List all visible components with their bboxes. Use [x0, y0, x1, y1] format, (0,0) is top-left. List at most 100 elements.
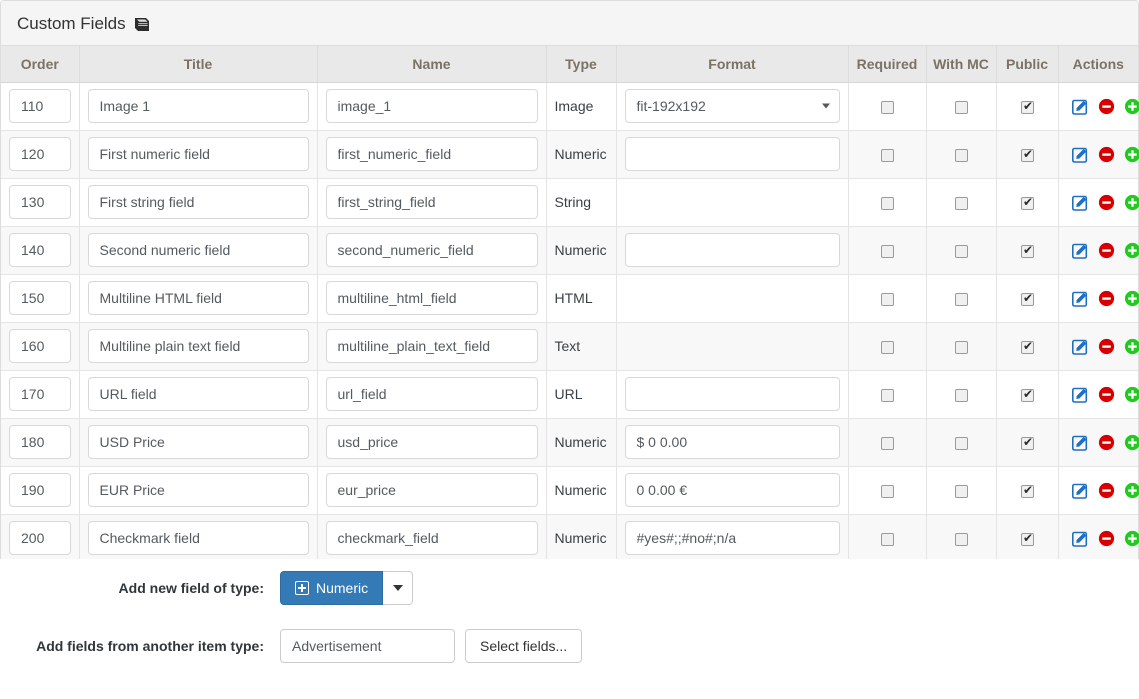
add-icon[interactable]: [1124, 146, 1139, 163]
order-input[interactable]: [9, 473, 71, 507]
required-checkbox[interactable]: [880, 388, 894, 402]
order-input[interactable]: [9, 425, 71, 459]
public-checkbox[interactable]: [1020, 387, 1035, 402]
name-input[interactable]: [325, 137, 538, 171]
add-icon[interactable]: [1124, 434, 1139, 451]
edit-icon[interactable]: [1071, 434, 1089, 451]
add-icon[interactable]: [1124, 98, 1139, 115]
order-input[interactable]: [9, 233, 71, 267]
remove-icon[interactable]: [1098, 242, 1115, 259]
public-checkbox[interactable]: [1020, 195, 1035, 210]
public-checkbox[interactable]: [1020, 435, 1035, 450]
format-input[interactable]: [624, 377, 840, 411]
edit-icon[interactable]: [1071, 530, 1089, 547]
order-input[interactable]: [9, 185, 71, 219]
required-checkbox[interactable]: [880, 340, 894, 354]
add-field-type-dropdown-toggle[interactable]: [383, 571, 414, 605]
format-input[interactable]: [624, 521, 840, 555]
order-input[interactable]: [9, 329, 71, 363]
required-checkbox[interactable]: [880, 436, 894, 450]
remove-icon[interactable]: [1098, 194, 1115, 211]
public-checkbox[interactable]: [1020, 483, 1035, 498]
title-input[interactable]: [87, 377, 309, 411]
add-icon[interactable]: [1124, 482, 1139, 499]
edit-icon[interactable]: [1071, 194, 1089, 211]
required-checkbox[interactable]: [880, 244, 894, 258]
add-icon[interactable]: [1124, 530, 1139, 547]
with-mc-checkbox[interactable]: [954, 340, 968, 354]
format-select[interactable]: fit-192x192: [624, 89, 840, 123]
with-mc-checkbox[interactable]: [954, 292, 968, 306]
title-input[interactable]: [87, 137, 309, 171]
title-input[interactable]: [87, 89, 309, 123]
public-checkbox[interactable]: [1020, 99, 1035, 114]
format-input[interactable]: [624, 233, 840, 267]
remove-icon[interactable]: [1098, 338, 1115, 355]
edit-icon[interactable]: [1071, 386, 1089, 403]
title-input[interactable]: [87, 521, 309, 555]
public-checkbox[interactable]: [1020, 243, 1035, 258]
format-input[interactable]: [624, 137, 840, 171]
name-input[interactable]: [325, 89, 538, 123]
name-input[interactable]: [325, 377, 538, 411]
add-numeric-field-button[interactable]: Numeric: [280, 571, 384, 605]
add-icon[interactable]: [1124, 338, 1139, 355]
title-input[interactable]: [87, 329, 309, 363]
required-checkbox[interactable]: [880, 532, 894, 546]
required-checkbox[interactable]: [880, 196, 894, 210]
remove-icon[interactable]: [1098, 482, 1115, 499]
order-input[interactable]: [9, 137, 71, 171]
add-icon[interactable]: [1124, 194, 1139, 211]
add-icon[interactable]: [1124, 386, 1139, 403]
edit-icon[interactable]: [1071, 242, 1089, 259]
add-icon[interactable]: [1124, 242, 1139, 259]
remove-icon[interactable]: [1098, 386, 1115, 403]
edit-icon[interactable]: [1071, 98, 1089, 115]
with-mc-checkbox[interactable]: [954, 100, 968, 114]
edit-icon[interactable]: [1071, 338, 1089, 355]
edit-icon[interactable]: [1071, 482, 1089, 499]
public-checkbox[interactable]: [1020, 147, 1035, 162]
select-fields-button[interactable]: Select fields...: [465, 629, 583, 663]
with-mc-checkbox[interactable]: [954, 244, 968, 258]
with-mc-checkbox[interactable]: [954, 436, 968, 450]
with-mc-checkbox[interactable]: [954, 148, 968, 162]
edit-icon[interactable]: [1071, 146, 1089, 163]
public-checkbox[interactable]: [1020, 291, 1035, 306]
remove-icon[interactable]: [1098, 290, 1115, 307]
required-checkbox[interactable]: [880, 148, 894, 162]
name-input[interactable]: [325, 281, 538, 315]
remove-icon[interactable]: [1098, 530, 1115, 547]
order-input[interactable]: [9, 521, 71, 555]
required-checkbox[interactable]: [880, 484, 894, 498]
title-input[interactable]: [87, 425, 309, 459]
name-input[interactable]: [325, 521, 538, 555]
edit-icon[interactable]: [1071, 290, 1089, 307]
title-input[interactable]: [87, 473, 309, 507]
with-mc-checkbox[interactable]: [954, 484, 968, 498]
public-checkbox[interactable]: [1020, 531, 1035, 546]
required-checkbox[interactable]: [880, 100, 894, 114]
name-input[interactable]: [325, 233, 538, 267]
public-checkbox[interactable]: [1020, 339, 1035, 354]
title-input[interactable]: [87, 185, 309, 219]
order-input[interactable]: [9, 377, 71, 411]
format-input[interactable]: [624, 425, 840, 459]
order-input[interactable]: [9, 281, 71, 315]
remove-icon[interactable]: [1098, 146, 1115, 163]
name-input[interactable]: [325, 185, 538, 219]
remove-icon[interactable]: [1098, 434, 1115, 451]
title-input[interactable]: [87, 281, 309, 315]
name-input[interactable]: [325, 473, 538, 507]
name-input[interactable]: [325, 329, 538, 363]
with-mc-checkbox[interactable]: [954, 196, 968, 210]
format-input[interactable]: [624, 473, 840, 507]
add-icon[interactable]: [1124, 290, 1139, 307]
name-input[interactable]: [325, 425, 538, 459]
with-mc-checkbox[interactable]: [954, 532, 968, 546]
item-type-select[interactable]: Advertisement: [280, 629, 455, 663]
order-input[interactable]: [9, 89, 71, 123]
with-mc-checkbox[interactable]: [954, 388, 968, 402]
required-checkbox[interactable]: [880, 292, 894, 306]
remove-icon[interactable]: [1098, 98, 1115, 115]
